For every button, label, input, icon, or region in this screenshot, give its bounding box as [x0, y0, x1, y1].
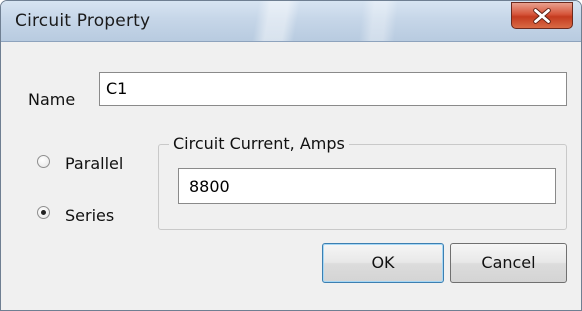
ok-button[interactable]: OK	[322, 243, 444, 283]
circuit-current-group: Circuit Current, Amps 8800	[158, 134, 567, 230]
close-x-icon	[533, 8, 551, 24]
name-field[interactable]: C1	[99, 72, 567, 106]
circuit-current-field[interactable]: 8800	[178, 168, 556, 204]
circuit-current-label: Circuit Current, Amps	[169, 134, 349, 153]
series-radio[interactable]	[37, 206, 50, 219]
title-bar[interactable]: Circuit Property	[1, 1, 581, 42]
parallel-radio[interactable]	[37, 155, 50, 168]
cancel-button[interactable]: Cancel	[450, 243, 567, 283]
series-radio-dot	[41, 210, 46, 215]
dialog-body: Name C1 Parallel Series Circuit Current,…	[1, 42, 581, 310]
dialog-window: Circuit Property Name C1 Parallel Series…	[0, 0, 582, 311]
name-label: Name	[28, 90, 76, 109]
series-radio-label[interactable]: Series	[65, 206, 114, 225]
parallel-radio-label[interactable]: Parallel	[65, 154, 123, 173]
window-title: Circuit Property	[15, 11, 151, 31]
close-button[interactable]	[511, 2, 573, 29]
